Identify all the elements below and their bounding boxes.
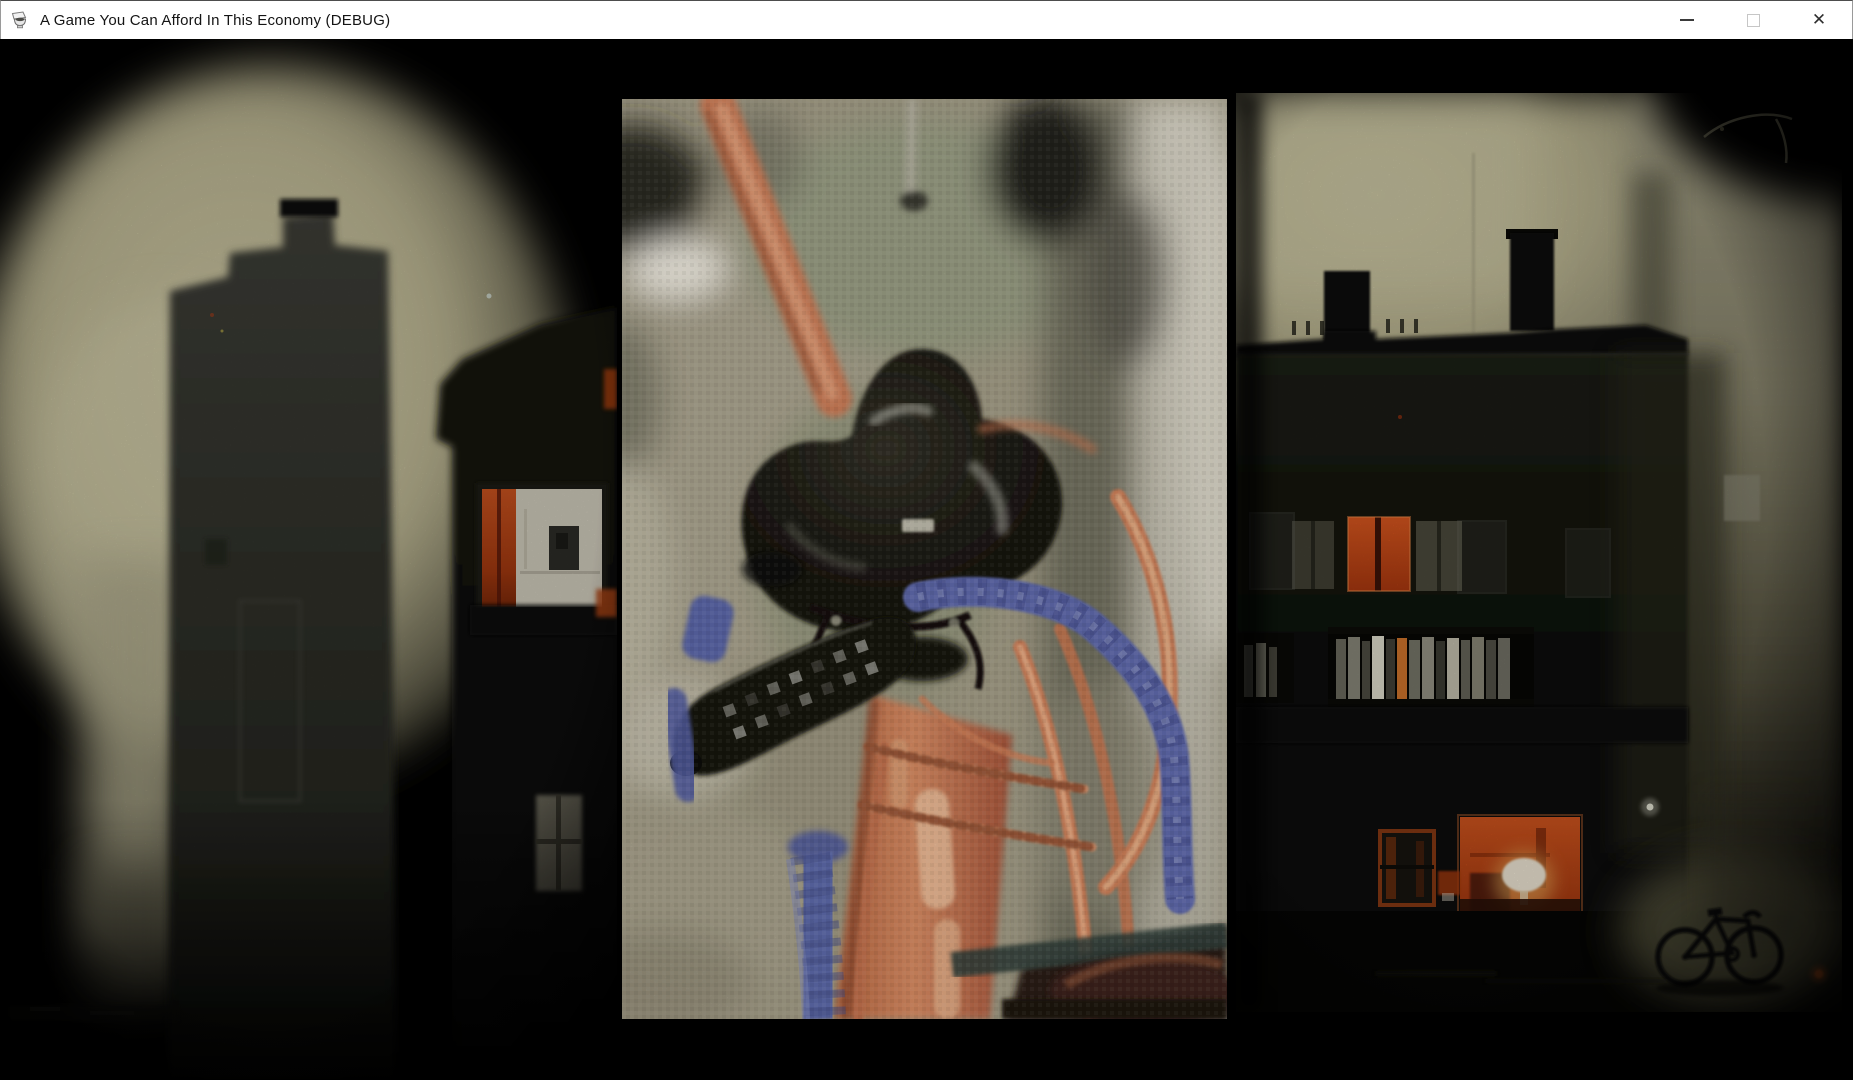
left-street-illustration[interactable] xyxy=(0,39,617,1080)
title-bar: A Game You Can Afford In This Economy (D… xyxy=(0,0,1853,39)
close-icon: ✕ xyxy=(1812,12,1826,29)
window-controls: ✕ xyxy=(1654,1,1852,39)
film-grain xyxy=(1236,93,1842,1012)
right-building-illustration[interactable] xyxy=(1236,93,1842,1012)
center-bicycle-photo[interactable] xyxy=(622,99,1227,1019)
center-panel-art xyxy=(622,99,1227,1019)
minimize-button[interactable] xyxy=(1654,1,1720,39)
game-viewport xyxy=(0,39,1853,1080)
toilet-icon xyxy=(11,10,31,30)
film-grain xyxy=(622,99,1227,1019)
window-title: A Game You Can Afford In This Economy (D… xyxy=(40,12,390,29)
maximize-button[interactable] xyxy=(1720,1,1786,39)
film-grain xyxy=(0,39,617,1080)
maximize-icon xyxy=(1747,14,1760,27)
close-button[interactable]: ✕ xyxy=(1786,1,1852,39)
right-panel-art xyxy=(1236,93,1842,1012)
minimize-icon xyxy=(1680,19,1694,21)
app-window: A Game You Can Afford In This Economy (D… xyxy=(0,0,1853,1080)
left-panel-art xyxy=(0,39,617,1080)
